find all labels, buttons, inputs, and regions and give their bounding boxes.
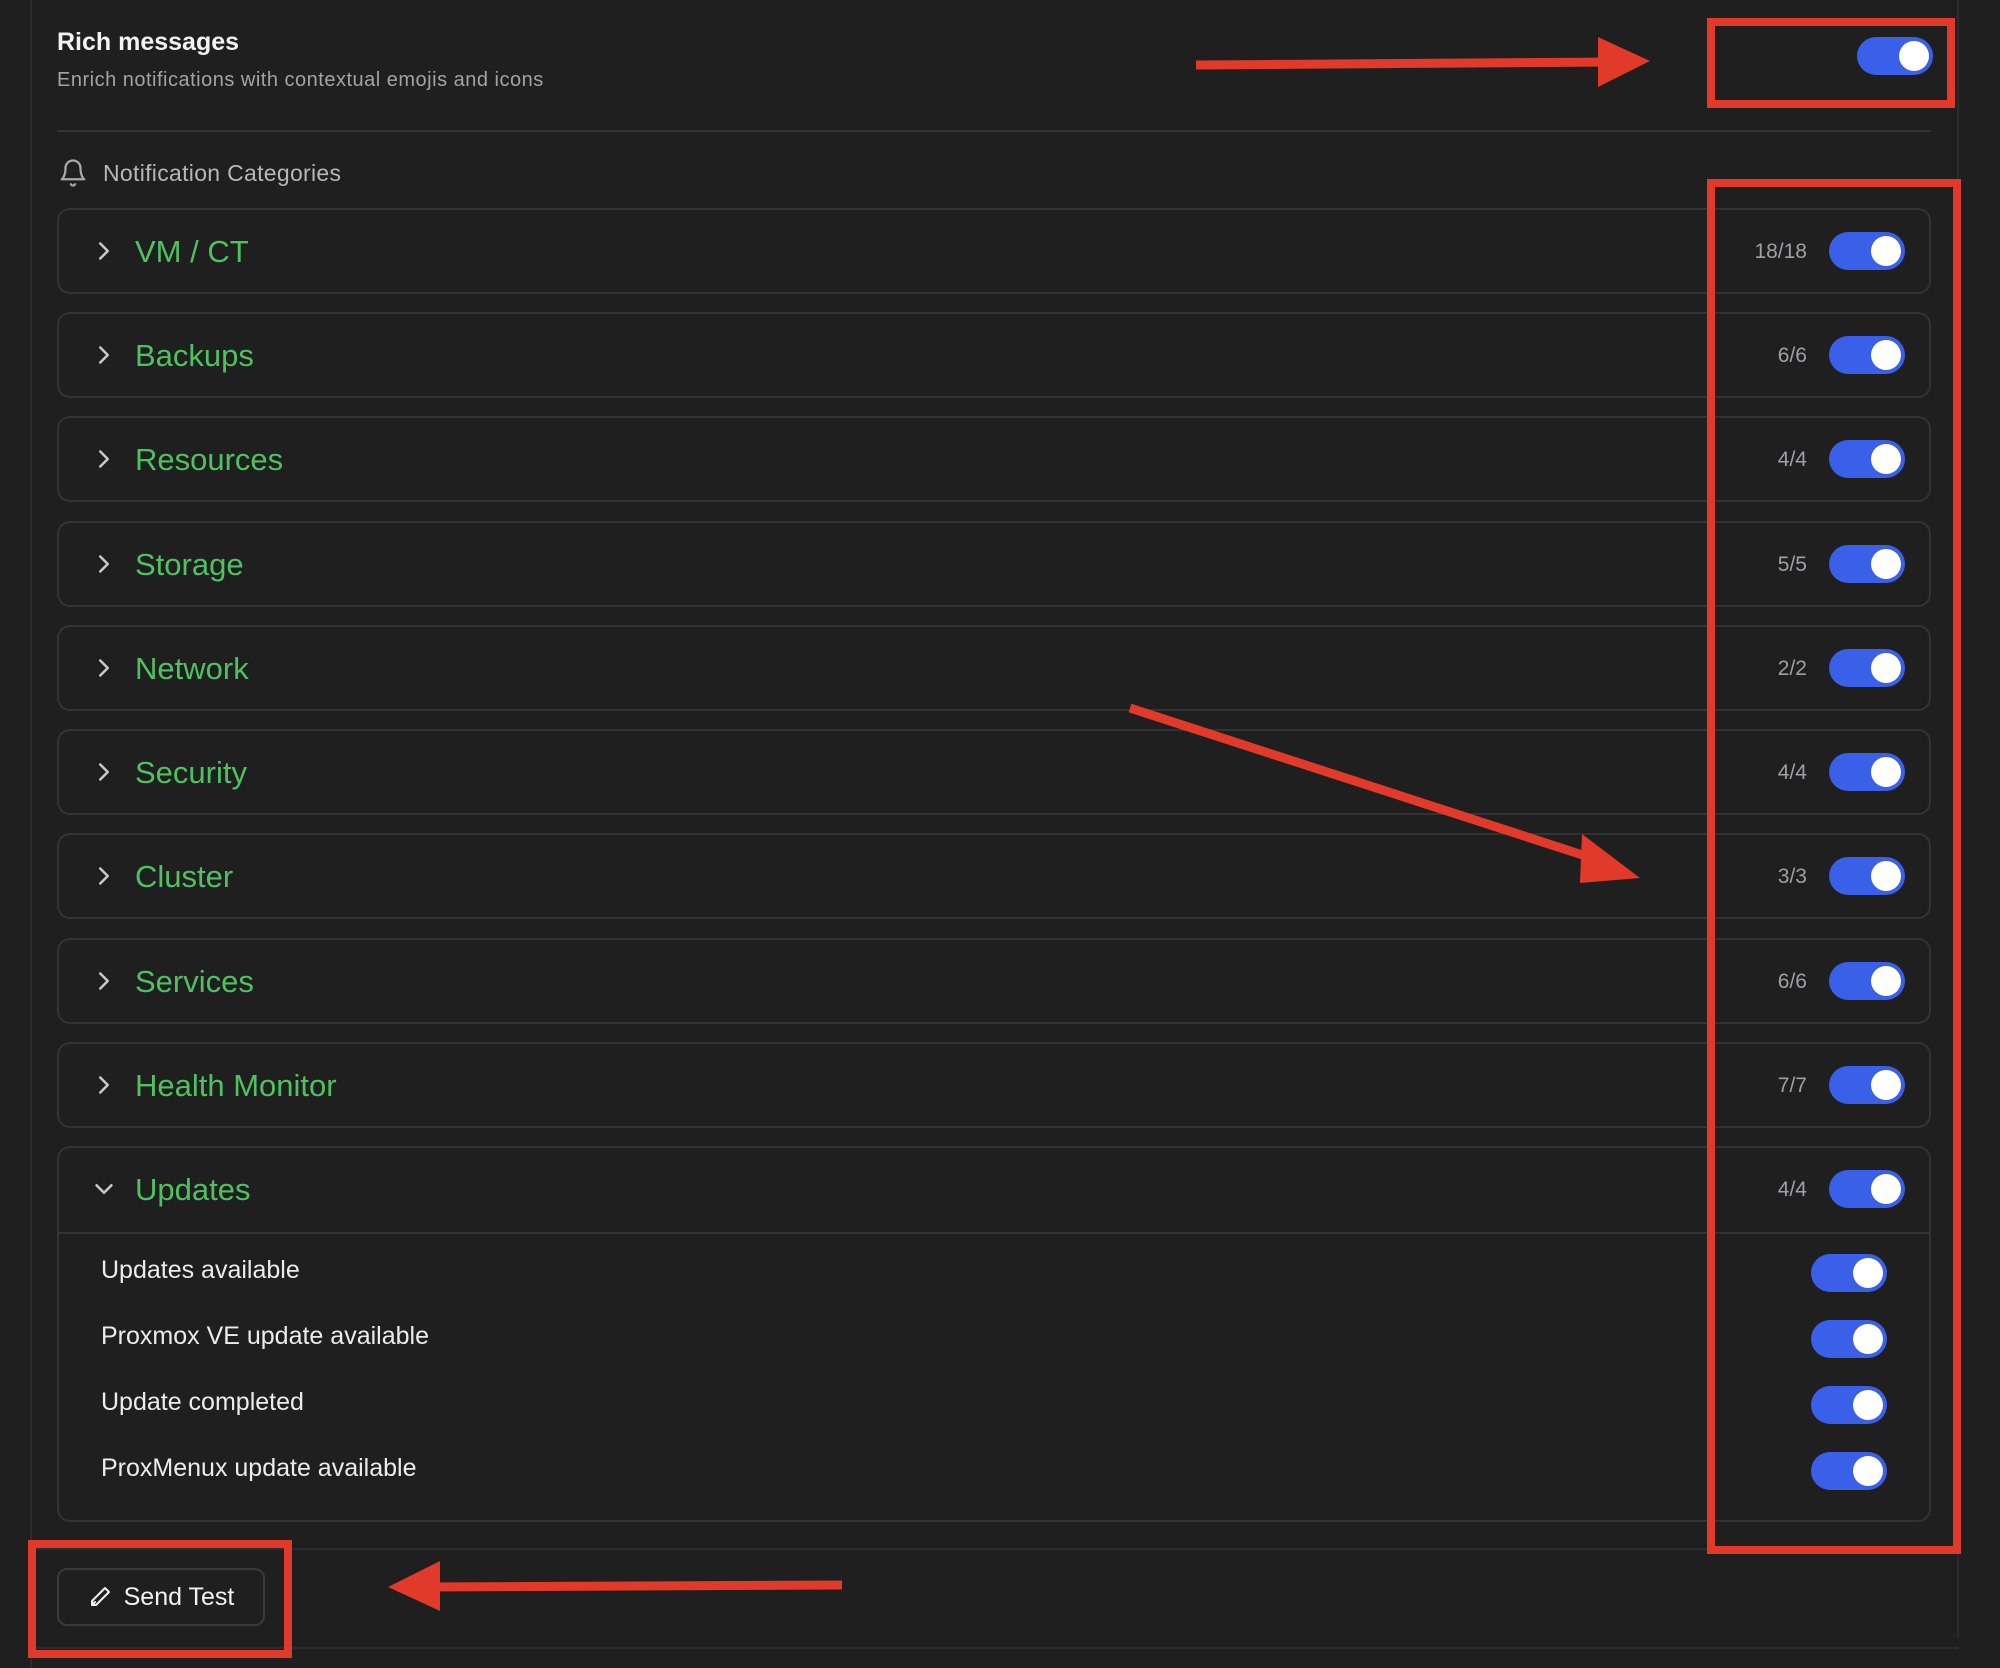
- event-label: ProxMenux update available: [101, 1454, 417, 1482]
- chevron-right-icon[interactable]: [89, 1070, 119, 1100]
- category-label: Updates: [135, 1172, 251, 1207]
- category-label: Resources: [135, 442, 284, 477]
- category-header[interactable]: Services 6/6: [59, 940, 1929, 1024]
- annotation-arrow-left: [388, 1561, 843, 1611]
- chevron-right-icon[interactable]: [89, 236, 119, 266]
- category-header[interactable]: VM / CT 18/18: [59, 210, 1929, 294]
- section-divider: [57, 130, 1931, 132]
- category-card-storage: Storage 5/5: [57, 521, 1931, 607]
- panel-border-left: [30, 0, 32, 1668]
- chevron-right-icon[interactable]: [89, 861, 119, 891]
- list-item: ProxMenux update available: [59, 1432, 1929, 1498]
- rich-messages-description: Enrich notifications with contextual emo…: [57, 69, 544, 91]
- list-item: Updates available: [59, 1234, 1929, 1300]
- bell-icon: [60, 159, 86, 187]
- annotation-box-rich-toggle: [1707, 18, 1955, 108]
- annotation-box-category-toggles: [1707, 179, 1961, 1554]
- category-card-resources: Resources 4/4: [57, 416, 1931, 502]
- category-label: Backups: [135, 338, 254, 373]
- chevron-right-icon[interactable]: [89, 340, 119, 370]
- list-item: Proxmox VE update available: [59, 1300, 1929, 1366]
- list-item: Update completed: [59, 1366, 1929, 1432]
- chevron-right-icon[interactable]: [89, 444, 119, 474]
- event-label: Update completed: [101, 1388, 304, 1416]
- category-card-backups: Backups 6/6: [57, 312, 1931, 398]
- chevron-right-icon[interactable]: [89, 757, 119, 787]
- panel-border-bottom: [30, 1647, 1959, 1649]
- category-header[interactable]: Cluster 3/3: [59, 835, 1929, 919]
- category-card-health-monitor: Health Monitor 7/7: [57, 1042, 1931, 1128]
- category-header[interactable]: Security 4/4: [59, 731, 1929, 815]
- category-label: VM / CT: [135, 234, 249, 269]
- rich-messages-title: Rich messages: [57, 28, 240, 56]
- category-label: Cluster: [135, 859, 234, 894]
- event-label: Proxmox VE update available: [101, 1322, 429, 1350]
- category-label: Storage: [135, 547, 244, 582]
- category-header[interactable]: Backups 6/6: [59, 314, 1929, 398]
- category-label: Services: [135, 964, 254, 999]
- event-label: Updates available: [101, 1256, 300, 1284]
- category-label: Security: [135, 755, 247, 790]
- category-card-security: Security 4/4: [57, 729, 1931, 815]
- annotation-arrow-right: [1195, 37, 1650, 87]
- category-header[interactable]: Resources 4/4: [59, 418, 1929, 502]
- chevron-right-icon[interactable]: [89, 549, 119, 579]
- category-header[interactable]: Health Monitor 7/7: [59, 1044, 1929, 1128]
- annotation-box-send-test: [28, 1540, 292, 1658]
- notification-categories-title: Notification Categories: [103, 160, 342, 186]
- footer-divider: [30, 1548, 1959, 1550]
- category-label: Health Monitor: [135, 1068, 337, 1103]
- chevron-right-icon[interactable]: [89, 966, 119, 996]
- category-card-updates: Updates 4/4 Updates available Proxmox VE…: [57, 1146, 1931, 1522]
- category-label: Network: [135, 651, 249, 686]
- notification-settings-panel: Rich messages Enrich notifications with …: [0, 0, 2000, 1668]
- category-card-cluster: Cluster 3/3: [57, 833, 1931, 919]
- category-card-vm-ct: VM / CT 18/18: [57, 208, 1931, 294]
- chevron-right-icon[interactable]: [89, 653, 119, 683]
- chevron-down-icon[interactable]: [89, 1174, 119, 1204]
- category-header[interactable]: Storage 5/5: [59, 523, 1929, 607]
- category-card-network: Network 2/2: [57, 625, 1931, 711]
- category-header[interactable]: Network 2/2: [59, 627, 1929, 711]
- category-header[interactable]: Updates 4/4: [59, 1148, 1929, 1232]
- category-card-services: Services 6/6: [57, 938, 1931, 1024]
